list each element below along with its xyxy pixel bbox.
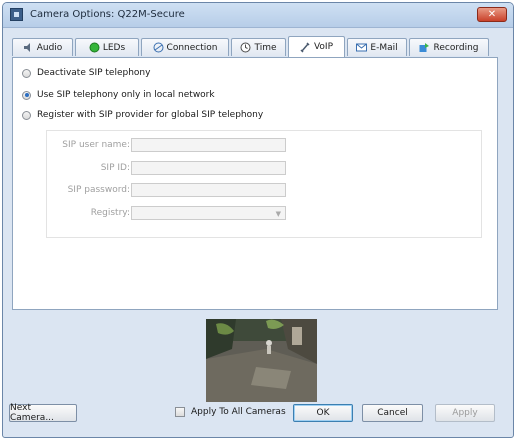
tab-email[interactable]: E-Mail bbox=[347, 38, 407, 56]
window-title: Camera Options: Q22M-Secure bbox=[30, 9, 185, 20]
tab-email-label: E-Mail bbox=[370, 42, 398, 53]
sip-id-label: SIP ID: bbox=[100, 163, 130, 173]
cancel-button[interactable]: Cancel bbox=[362, 404, 423, 422]
option-local[interactable]: Use SIP telephony only in local network bbox=[22, 90, 215, 100]
tab-connection[interactable]: Connection bbox=[141, 38, 229, 56]
radio-register[interactable] bbox=[22, 110, 31, 120]
sip-id-input[interactable] bbox=[131, 161, 286, 175]
tab-voip-label: VoIP bbox=[313, 42, 334, 52]
led-icon bbox=[89, 42, 100, 53]
mail-icon bbox=[356, 42, 368, 53]
ok-button[interactable]: OK bbox=[293, 404, 353, 422]
sip-user-name-input[interactable] bbox=[131, 138, 286, 152]
phone-icon bbox=[300, 41, 311, 53]
tab-leds-label: LEDs bbox=[102, 42, 126, 53]
radio-deactivate[interactable] bbox=[22, 68, 31, 78]
tab-recording-label: Recording bbox=[433, 42, 479, 53]
option-register-label: Register with SIP provider for global SI… bbox=[37, 110, 264, 120]
apply-button[interactable]: Apply bbox=[435, 404, 495, 422]
speaker-icon bbox=[23, 42, 34, 53]
option-deactivate[interactable]: Deactivate SIP telephony bbox=[22, 68, 150, 78]
title-bar[interactable]: Camera Options: Q22M-Secure ✕ bbox=[3, 3, 513, 28]
option-register[interactable]: Register with SIP provider for global SI… bbox=[22, 110, 263, 120]
clock-icon bbox=[240, 42, 251, 53]
next-camera-button[interactable]: Next Camera... bbox=[9, 403, 77, 423]
tab-leds[interactable]: LEDs bbox=[75, 38, 139, 56]
tab-voip[interactable]: VoIP bbox=[288, 36, 345, 57]
apply-all-checkbox[interactable] bbox=[175, 407, 185, 417]
tab-time[interactable]: Time bbox=[231, 38, 286, 56]
registry-select[interactable]: ▼ bbox=[131, 206, 286, 220]
chevron-down-icon: ▼ bbox=[275, 210, 281, 218]
sip-user-name-label: SIP user name: bbox=[62, 140, 130, 150]
radio-local[interactable] bbox=[22, 90, 31, 100]
tab-audio-label: Audio bbox=[36, 42, 63, 53]
connection-icon bbox=[153, 42, 164, 53]
tab-audio[interactable]: Audio bbox=[12, 38, 73, 56]
tab-connection-label: Connection bbox=[166, 42, 218, 53]
sip-password-label: SIP password: bbox=[67, 185, 130, 195]
tab-recording[interactable]: Recording bbox=[409, 38, 489, 56]
option-deactivate-label: Deactivate SIP telephony bbox=[37, 68, 151, 78]
apply-all-label: Apply To All Cameras bbox=[191, 407, 286, 417]
tab-time-label: Time bbox=[254, 42, 277, 53]
registry-label: Registry: bbox=[90, 208, 130, 218]
close-button[interactable]: ✕ bbox=[477, 7, 507, 22]
camera-app-icon bbox=[10, 8, 23, 21]
option-local-label: Use SIP telephony only in local network bbox=[37, 90, 215, 100]
camera-preview-image bbox=[206, 319, 317, 402]
sip-password-input[interactable] bbox=[131, 183, 286, 197]
recording-icon bbox=[419, 42, 430, 53]
